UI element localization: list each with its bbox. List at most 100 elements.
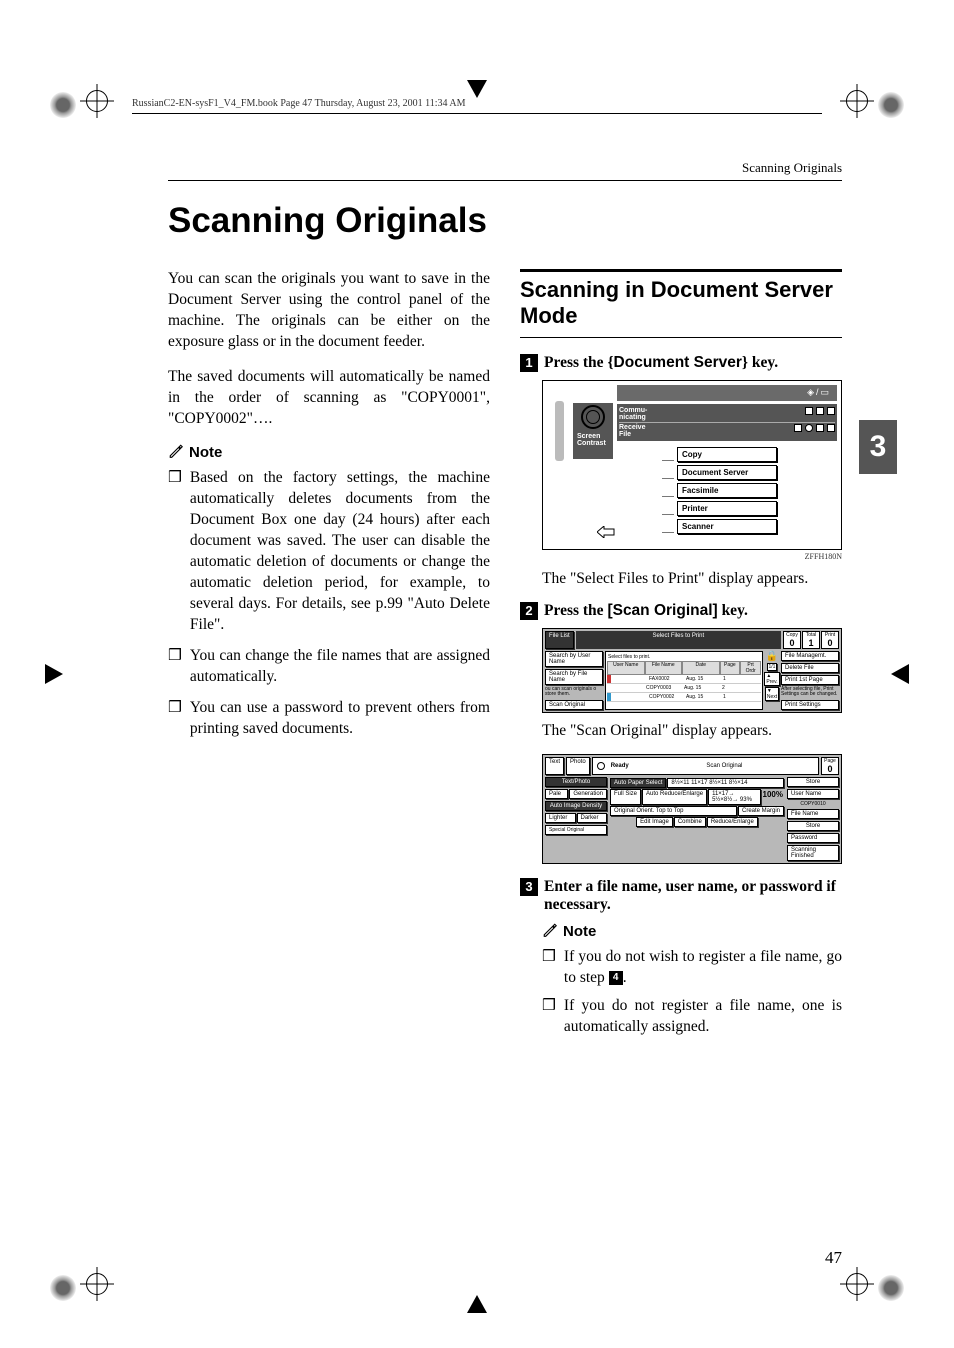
copy-button[interactable]: Copy — [677, 447, 777, 462]
combine-button[interactable]: Combine — [674, 817, 706, 827]
hint-text: Select files to print. — [607, 653, 761, 661]
generation-button[interactable]: Generation — [569, 789, 607, 799]
step-2: 2 Press the [Scan Original] key. — [520, 602, 842, 620]
note-bullet-1: ❒ Based on the factory settings, the mac… — [168, 468, 490, 635]
auto-reduce-enlarge-button[interactable]: Auto Reduce/Enlarge — [642, 789, 707, 805]
document-server-key-label: Document Server — [614, 354, 742, 371]
crop-arrow-top — [467, 80, 487, 98]
scan-original-button[interactable]: Scan Original — [545, 700, 603, 710]
bullet-icon: ❒ — [542, 947, 556, 989]
lighter-button[interactable]: Lighter — [545, 813, 576, 823]
table-row[interactable]: COPY0003 Aug. 15 2 — [607, 684, 761, 693]
scanner-button[interactable]: Scanner — [677, 519, 777, 534]
document-server-button[interactable]: Document Server — [677, 465, 777, 480]
registration-mark-tl — [50, 84, 114, 123]
crosshair-icon — [840, 1267, 874, 1301]
file-name-button[interactable]: File Name — [787, 809, 839, 819]
step-1: 1 Press the {Document Server} key. — [520, 354, 842, 372]
crosshair-icon — [80, 1267, 114, 1301]
registration-mark-tr — [840, 84, 904, 123]
pager-count: 1/1 — [767, 663, 778, 671]
store-button-2[interactable]: Store — [787, 821, 839, 831]
ready-label: Ready — [611, 763, 629, 769]
create-margin-button[interactable]: Create Margin — [738, 806, 784, 816]
pencil-icon — [542, 922, 557, 941]
sub-bullet-1-text: If you do not wish to register a file na… — [564, 948, 842, 986]
note-label-sub: Note — [563, 923, 596, 940]
right-column: Scanning in Document Server Mode 1 Press… — [520, 269, 842, 1046]
book-header-text: RussianC2-EN-sysF1_V4_FM.book Page 47 Th… — [132, 98, 466, 109]
sub-bullet-2-text: If you do not register a file name, one … — [564, 996, 842, 1038]
orientation-button[interactable]: Original Orient. Top to Top — [610, 806, 737, 816]
facsimile-button[interactable]: Facsimile — [677, 483, 777, 498]
intro-para-1: You can scan the originals you want to s… — [168, 269, 490, 353]
bullet-icon: ❒ — [168, 468, 182, 635]
note-bullet-3-text: You can use a password to prevent others… — [190, 698, 490, 740]
crop-arrow-right — [891, 664, 909, 684]
book-header: RussianC2-EN-sysF1_V4_FM.book Page 47 Th… — [132, 98, 822, 114]
edit-image-button[interactable]: Edit Image — [636, 817, 673, 827]
receive-file-label: Receive File — [619, 424, 717, 438]
reduce-enlarge-button[interactable]: Reduce/Enlarge — [707, 817, 758, 827]
registration-mark-br — [840, 1267, 904, 1306]
left-column: You can scan the originals you want to s… — [168, 269, 490, 1046]
punch-hole-icon — [878, 92, 904, 118]
note-bullet-2: ❒ You can change the file names that are… — [168, 646, 490, 688]
note-bullet-2-text: You can change the file names that are a… — [190, 646, 490, 688]
step-number-badge: 1 — [520, 354, 538, 372]
search-file-name-button[interactable]: Search by File Name — [545, 669, 603, 685]
crosshair-icon — [840, 84, 874, 118]
step-2-result: The "Scan Original" display appears. — [542, 721, 842, 742]
text-photo-label: Text/Photo — [545, 777, 607, 787]
user-name-button[interactable]: User Name — [787, 789, 839, 799]
auto-density-label: Auto Image Density — [545, 801, 607, 811]
page-number: 47 — [825, 1248, 842, 1268]
store-button[interactable]: Store — [787, 777, 839, 787]
bullet-icon: ❒ — [168, 698, 182, 740]
chapter-tab: 3 — [859, 420, 897, 474]
sub-bullet-2: ❒ If you do not register a file name, on… — [542, 996, 842, 1038]
password-button[interactable]: Password — [787, 833, 839, 843]
pale-button[interactable]: Pale — [545, 789, 568, 799]
figure-1-caption: ZFFH180N — [542, 552, 842, 561]
darker-button[interactable]: Darker — [577, 813, 608, 823]
full-size-button[interactable]: Full Size — [610, 789, 641, 805]
communicating-label: Commu- nicating — [619, 407, 717, 421]
file-list-tab[interactable]: File List — [545, 631, 574, 649]
step-1-result: The "Select Files to Print" display appe… — [542, 569, 842, 590]
step-1-text: Press the {Document Server} key. — [544, 354, 842, 372]
next-button[interactable]: ▼ Next — [765, 687, 779, 701]
scanning-finished-button[interactable]: Scanning Finished — [787, 845, 839, 861]
running-head: Scanning Originals — [168, 160, 842, 176]
paper-sizes: 8½×11 11×17 8½×11 8½×14 — [667, 778, 784, 788]
printer-button[interactable]: Printer — [677, 501, 777, 516]
note-bullet-1-text: Based on the factory settings, the machi… — [190, 468, 490, 635]
step-4-ref-badge: 4 — [609, 971, 623, 985]
crop-arrow-bottom — [467, 1295, 487, 1313]
table-row[interactable]: FAX0002 Aug. 15 1 — [607, 675, 761, 684]
section-title: Scanning in Document Server Mode — [520, 269, 842, 338]
counters: Copy0 Total1 Print0 — [783, 631, 839, 649]
auto-paper-select-button[interactable]: Auto Paper Select — [610, 778, 666, 788]
text-tab[interactable]: Text — [545, 757, 564, 775]
delete-file-button[interactable]: Delete File — [781, 663, 839, 673]
control-panel-figure: Screen Contrast ◈/▭ Commu- nicating Rece… — [542, 380, 842, 550]
punch-hole-icon — [50, 92, 76, 118]
file-management-button[interactable]: File Managemt. — [781, 651, 839, 661]
note-heading-sub: Note — [542, 922, 842, 941]
special-original-button[interactable]: Special Original — [545, 825, 607, 835]
prev-button[interactable]: ▲ Prev. — [764, 672, 779, 686]
punch-hole-icon — [878, 1275, 904, 1301]
table-row[interactable]: COPY0002 Aug. 15 1 — [607, 693, 761, 702]
file-name-value: COPY0010 — [787, 801, 839, 807]
panel-buttons: Copy Document Server Facsimile Printer S… — [617, 447, 837, 534]
right-note: After selecting file, Print Settings can… — [781, 687, 839, 698]
intro-para-2: The saved documents will automatically b… — [168, 367, 490, 430]
ratio-presets[interactable]: 11×17→ 5½×8½→ 93% — [708, 789, 760, 805]
step-number-badge: 3 — [520, 878, 538, 896]
search-user-name-button[interactable]: Search by User Name — [545, 651, 603, 667]
print-settings-button[interactable]: Print Settings — [781, 700, 839, 710]
print-1st-page-button[interactable]: Print 1st Page — [781, 675, 839, 685]
photo-tab[interactable]: Photo — [566, 757, 590, 775]
select-files-screenshot: File List Select Files to Print Copy0 To… — [542, 628, 842, 713]
